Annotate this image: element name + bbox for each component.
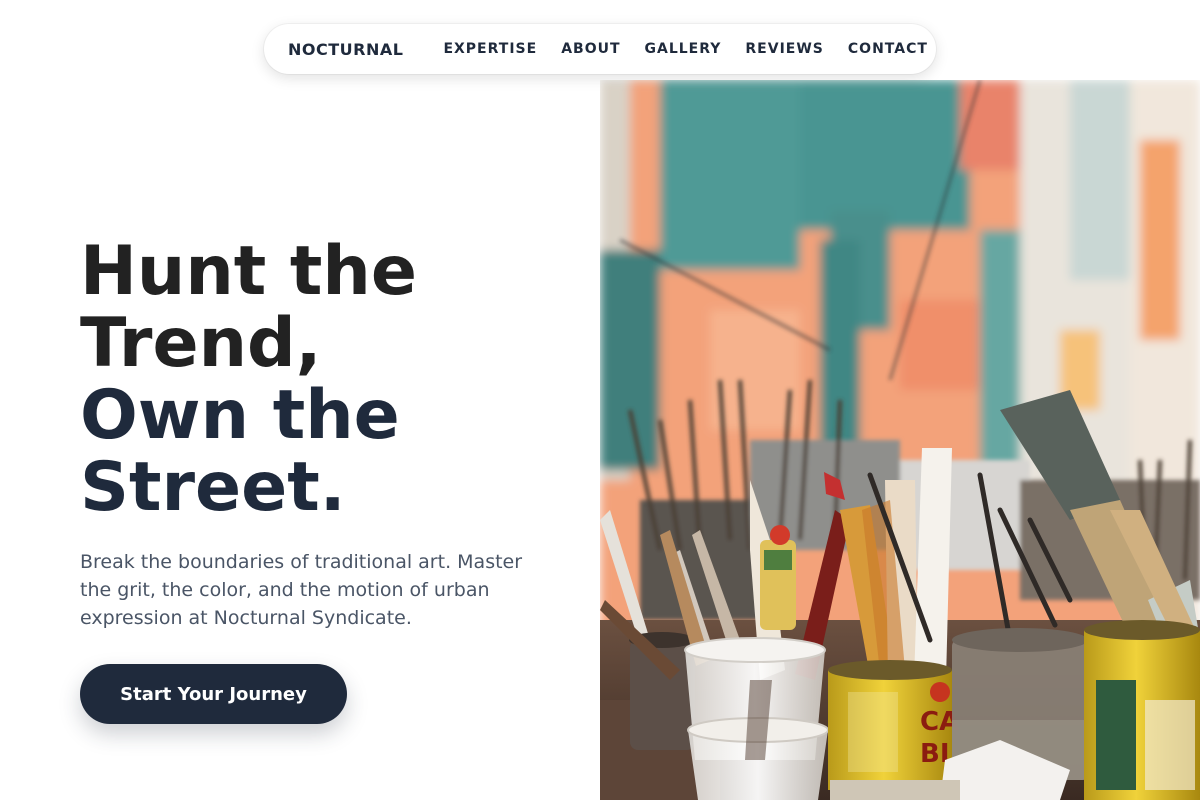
top-nav: NOCTURNAL EXPERTISE ABOUT GALLERY REVIEW… <box>264 24 936 74</box>
nav-link-contact[interactable]: CONTACT <box>848 41 928 57</box>
hero-title-line-4: Street. <box>80 448 346 527</box>
hero-title-line-2: Trend, <box>80 304 322 383</box>
hero-title-line-3: Own the <box>80 376 400 455</box>
brand-logo[interactable]: NOCTURNAL <box>288 40 403 59</box>
hero-image: CA BI <box>600 80 1200 800</box>
hero-title-line-1: Hunt the <box>80 232 417 311</box>
nav-link-about[interactable]: ABOUT <box>561 41 620 57</box>
nav-link-gallery[interactable]: GALLERY <box>645 41 722 57</box>
nav-link-expertise[interactable]: EXPERTISE <box>443 41 537 57</box>
hero-title: Hunt the Trend, Own the Street. <box>80 236 580 524</box>
nav-link-reviews[interactable]: REVIEWS <box>745 41 823 57</box>
start-journey-button[interactable]: Start Your Journey <box>80 664 347 724</box>
hero-subtitle: Break the boundaries of traditional art.… <box>80 551 523 629</box>
